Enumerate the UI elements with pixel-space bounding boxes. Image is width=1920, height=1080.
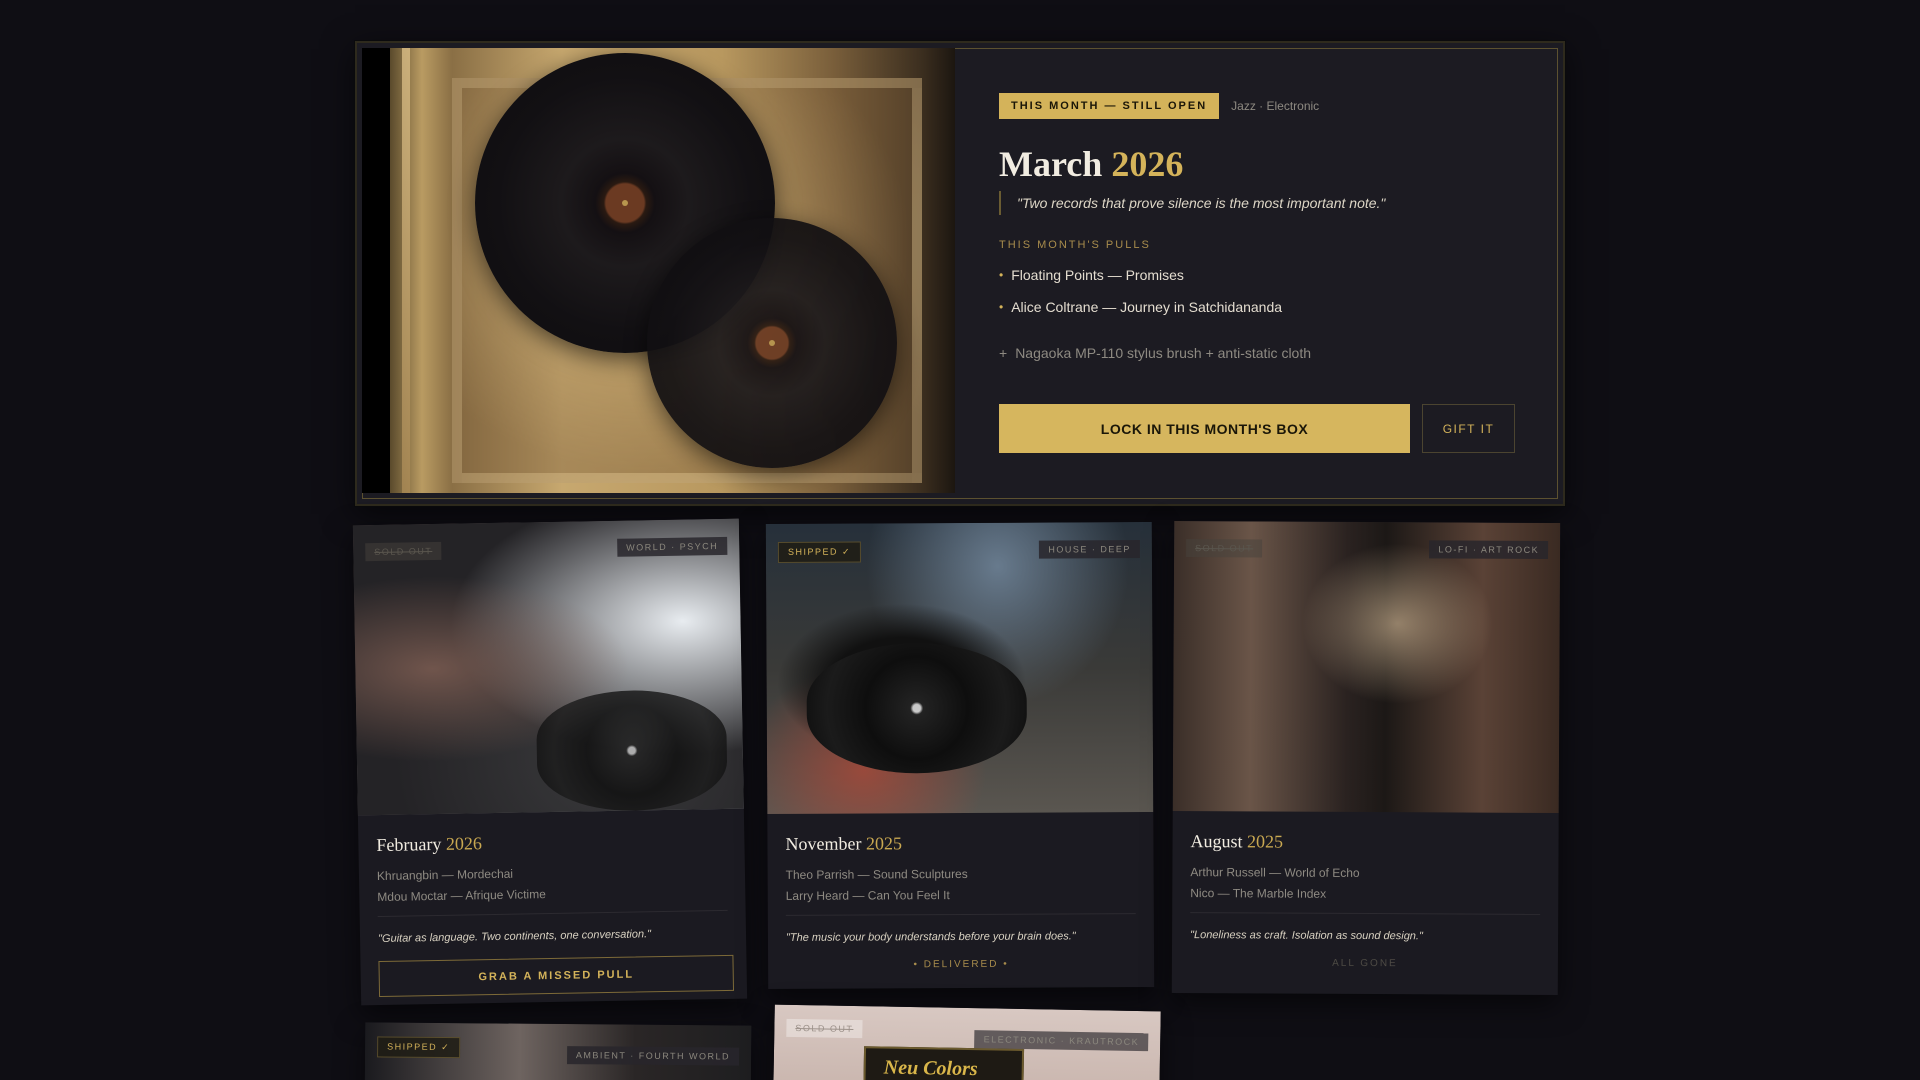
archive-card-august[interactable]: SOLD OUT LO-FI · ART ROCK August 2025 Ar… [1171, 520, 1561, 996]
album-art-text: Neu Colors [883, 1056, 978, 1080]
delivery-status: ALL GONE [1332, 957, 1398, 970]
card-title: February 2026 [376, 833, 483, 856]
status-badge: SOLD OUT [365, 541, 442, 562]
card-quote: "Guitar as language. Two continents, one… [377, 928, 652, 946]
card-quote: "Loneliness as craft. Isolation as sound… [1190, 929, 1423, 943]
card-title: November 2025 [785, 833, 902, 854]
year-label: 2026 [1111, 144, 1184, 184]
gift-button[interactable]: GIFT IT [1422, 404, 1515, 453]
card-photo: SOLD OUT ELECTRONIC · KRAUTROCK Neu Colo… [773, 1004, 1161, 1080]
archive-card-november[interactable]: SHIPPED ✓ HOUSE · DEEP November 2025 The… [765, 521, 1155, 990]
box-tagline: "Two records that prove silence is the m… [999, 191, 1385, 215]
divider [377, 909, 728, 918]
status-badge: THIS MONTH — STILL OPEN [999, 93, 1220, 119]
status-badge: SHIPPED ✓ [777, 541, 862, 563]
status-badge: SOLD OUT [786, 1018, 863, 1039]
list-item: Theo Parrish — Sound Sculptures [785, 866, 968, 882]
divider [785, 913, 1136, 916]
month-label: March [999, 144, 1103, 184]
bullet-icon: • [999, 300, 1004, 314]
hero-vinyl-photo [362, 48, 955, 493]
bonus-item: + Nagaoka MP-110 stylus brush + anti-stat… [999, 345, 1312, 361]
list-item: Arthur Russell — World of Echo [1190, 865, 1360, 880]
list-item: Nico — The Marble Index [1190, 886, 1327, 901]
featured-details: THIS MONTH — STILL OPEN Jazz · Electroni… [999, 43, 1563, 504]
genre-tag: AMBIENT · FOURTH WORLD [566, 1046, 740, 1066]
pulls-list: • Floating Points — Promises • Alice Coltr… [999, 263, 1282, 327]
card-quote: "The music your body understands before … [785, 930, 1076, 944]
divider [1190, 912, 1541, 915]
list-item: Larry Heard — Can You Feel It [785, 888, 950, 903]
card-pulls: Khruangbin — Mordechai Mdou Moctar — Afr… [377, 860, 728, 908]
grab-missed-pull-button[interactable]: GRAB A MISSED PULL [378, 954, 735, 998]
plus-icon: + [999, 345, 1008, 361]
vinyl-record-image [647, 218, 897, 468]
card-photo: SOLD OUT LO-FI · ART ROCK [1172, 520, 1561, 814]
lock-in-box-button[interactable]: LOCK IN THIS MONTH'S BOX [999, 404, 1410, 453]
page-title: March 2026 [999, 143, 1183, 185]
status-badge: SOLD OUT [1186, 539, 1263, 558]
list-item: • Alice Coltrane — Journey in Satchidanan… [999, 295, 1282, 327]
bullet-icon: • [999, 268, 1004, 282]
genre-tag: HOUSE · DEEP [1039, 540, 1140, 559]
featured-box-card: THIS MONTH — STILL OPEN Jazz · Electroni… [355, 41, 1565, 506]
card-pulls: Arthur Russell — World of Echo Nico — Th… [1190, 862, 1540, 906]
card-pulls: Theo Parrish — Sound Sculptures Larry He… [786, 863, 1136, 907]
card-title: August 2025 [1190, 831, 1284, 852]
delivery-status: • DELIVERED • [913, 958, 1009, 971]
card-photo: SHIPPED ✓ HOUSE · DEEP [765, 521, 1154, 815]
pulls-heading: THIS MONTH'S PULLS [999, 239, 1151, 251]
card-photo: SHIPPED ✓ AMBIENT · FOURTH WORLD [364, 1022, 752, 1080]
archive-card[interactable]: SHIPPED ✓ AMBIENT · FOURTH WORLD [364, 1022, 752, 1080]
archive-card-february[interactable]: SOLD OUT WORLD · PSYCH February 2026 Khr… [352, 518, 748, 1006]
archive-card[interactable]: SOLD OUT ELECTRONIC · KRAUTROCK Neu Colo… [773, 1004, 1161, 1080]
status-badge: SHIPPED ✓ [377, 1036, 461, 1059]
genre-tag: LO-FI · ART ROCK [1429, 540, 1549, 559]
genre-label: Jazz · Electronic [1231, 99, 1320, 113]
genre-tag: WORLD · PSYCH [617, 536, 728, 557]
card-photo: SOLD OUT WORLD · PSYCH [352, 518, 744, 816]
list-item: • Floating Points — Promises [999, 263, 1282, 295]
